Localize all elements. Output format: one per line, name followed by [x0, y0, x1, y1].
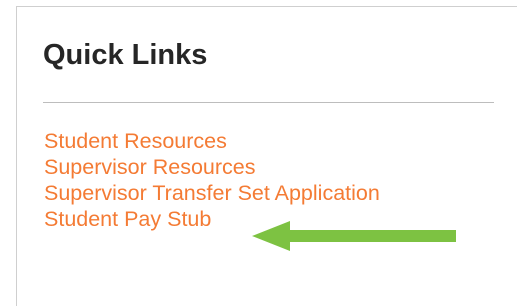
quick-links-panel: Quick Links Student Resources Supervisor…: [16, 6, 517, 306]
quick-links-title: Quick Links: [43, 39, 208, 71]
title-divider: [43, 102, 494, 103]
list-item: Supervisor Transfer Set Application: [44, 180, 380, 206]
quick-links-list: Student Resources Supervisor Resources S…: [44, 128, 380, 232]
list-item: Supervisor Resources: [44, 154, 380, 180]
supervisor-resources-link[interactable]: Supervisor Resources: [44, 155, 256, 179]
list-item: Student Resources: [44, 128, 380, 154]
student-resources-link[interactable]: Student Resources: [44, 129, 227, 153]
left-arrow-icon: [252, 221, 456, 251]
supervisor-transfer-set-application-link[interactable]: Supervisor Transfer Set Application: [44, 181, 380, 205]
student-pay-stub-link[interactable]: Student Pay Stub: [44, 207, 211, 231]
